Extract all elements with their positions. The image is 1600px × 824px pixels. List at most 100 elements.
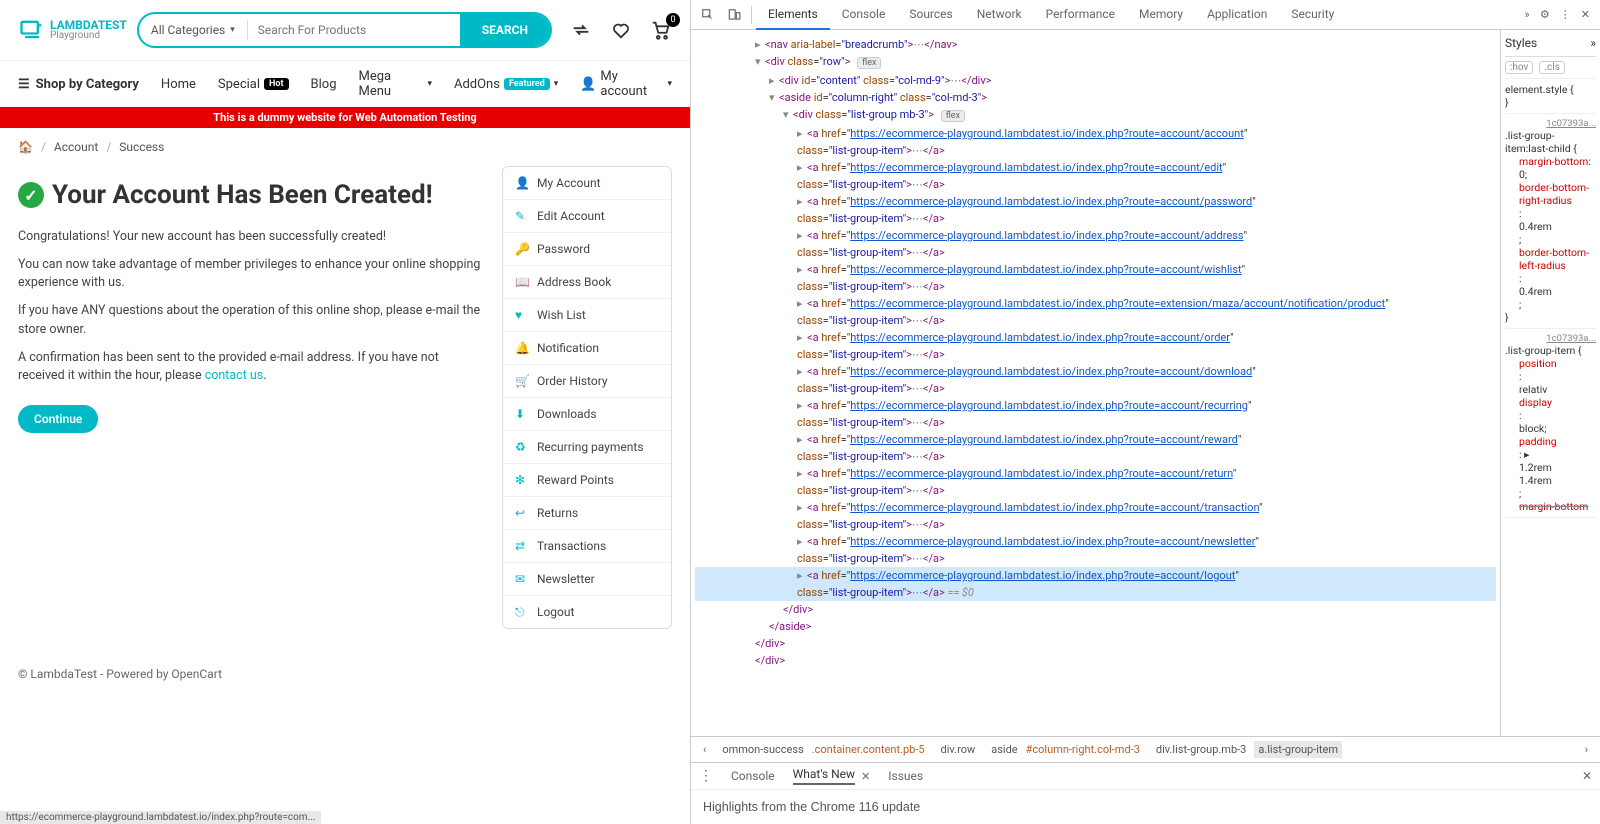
check-icon: ✓ bbox=[18, 182, 44, 208]
contact-link[interactable]: contact us bbox=[205, 368, 264, 383]
devtools-tabs: ElementsConsoleSourcesNetworkPerformance… bbox=[756, 0, 1514, 30]
sidebar-column: 👤My Account✎Edit Account🔑Password📖Addres… bbox=[502, 166, 672, 629]
kebab-icon[interactable]: ⋮ bbox=[1560, 8, 1571, 21]
key-icon: 🔑 bbox=[515, 242, 529, 256]
cart-badge: 0 bbox=[666, 13, 680, 27]
devtools-tab[interactable]: Elements bbox=[756, 0, 830, 30]
notice-bar: This is a dummy website for Web Automati… bbox=[0, 107, 690, 128]
devtools-tab[interactable]: Security bbox=[1279, 0, 1346, 30]
rule-selector: element.style { bbox=[1505, 83, 1596, 96]
more-styles-icon[interactable]: » bbox=[1590, 36, 1596, 50]
sidebar-item[interactable]: ⇄Transactions bbox=[503, 530, 671, 563]
search-input[interactable] bbox=[247, 20, 460, 40]
topbar: LAMBDATESTPlayground All Categories▾ SEA… bbox=[0, 0, 690, 60]
devtools-tab[interactable]: Sources bbox=[897, 0, 964, 30]
main-column: ✓Your Account Has Been Created! Congratu… bbox=[18, 166, 482, 629]
logo[interactable]: LAMBDATESTPlayground bbox=[18, 16, 127, 44]
mail-icon: ✉ bbox=[515, 572, 529, 586]
crumb-success: Success bbox=[119, 140, 164, 154]
page-content: ✓Your Account Has Been Created! Congratu… bbox=[0, 166, 690, 649]
footer: © LambdaTest - Powered by OpenCart bbox=[0, 649, 690, 699]
devtools-drawer: ⋮ Console What's New ✕ Issues ✕ Highligh… bbox=[691, 762, 1600, 824]
nav-item[interactable]: Home bbox=[161, 69, 196, 99]
close-drawer-icon[interactable]: ✕ bbox=[1582, 769, 1592, 783]
download-icon: ⬇ bbox=[515, 407, 529, 421]
crumb-nav-left-icon[interactable]: ‹ bbox=[699, 741, 710, 758]
devtools-toolbar: ElementsConsoleSourcesNetworkPerformance… bbox=[691, 0, 1600, 30]
shop-by-category[interactable]: ☰ Shop by Category bbox=[18, 77, 139, 92]
device-icon[interactable] bbox=[721, 2, 747, 28]
cls-toggle[interactable]: .cls bbox=[1539, 61, 1564, 74]
elements-breadcrumb[interactable]: ‹ ommon-success.container.content.pb-5 d… bbox=[691, 736, 1600, 762]
main-nav: ☰ Shop by Category Home SpecialHot Blog Meg… bbox=[0, 60, 690, 107]
browser-status-bar: https://ecommerce-playground.lambdatest.… bbox=[0, 811, 321, 824]
refresh-icon: ♻ bbox=[515, 440, 529, 454]
search-bar: All Categories▾ SEARCH bbox=[137, 12, 552, 48]
para: A confirmation has been sent to the prov… bbox=[18, 349, 482, 385]
cart-icon[interactable]: 0 bbox=[650, 19, 672, 41]
elements-tree[interactable]: ▸<nav aria-label="breadcrumb">⋯</nav>▾<d… bbox=[691, 30, 1500, 736]
category-dropdown[interactable]: All Categories▾ bbox=[139, 23, 247, 37]
bell-icon: 🔔 bbox=[515, 341, 529, 355]
devtools-tab[interactable]: Console bbox=[830, 0, 898, 30]
home-icon[interactable]: 🏠 bbox=[18, 140, 33, 154]
breadcrumb: 🏠 /Account /Success bbox=[0, 128, 690, 166]
para: If you have ANY questions about the oper… bbox=[18, 302, 482, 338]
header-icons: 0 bbox=[570, 19, 672, 41]
sidebar-item[interactable]: 👤My Account bbox=[503, 167, 671, 200]
wishlist-icon[interactable] bbox=[610, 19, 632, 41]
sidebar-item[interactable]: 🔑Password bbox=[503, 233, 671, 266]
hov-toggle[interactable]: :hov bbox=[1505, 61, 1533, 74]
sidebar-item[interactable]: ♻Recurring payments bbox=[503, 431, 671, 464]
inspect-icon[interactable] bbox=[695, 2, 721, 28]
website-panel: LAMBDATESTPlayground All Categories▾ SEA… bbox=[0, 0, 690, 824]
drawer-menu-icon[interactable]: ⋮ bbox=[699, 768, 713, 784]
book-icon: 📖 bbox=[515, 275, 529, 289]
cart-icon: 🛒 bbox=[515, 374, 529, 388]
nav-item[interactable]: Mega Menu▾ bbox=[359, 69, 432, 99]
para: Congratulations! Your new account has be… bbox=[18, 228, 482, 246]
close-devtools-icon[interactable]: ✕ bbox=[1581, 8, 1590, 21]
compare-icon[interactable] bbox=[570, 19, 592, 41]
sidebar-item[interactable]: 🔔Notification bbox=[503, 332, 671, 365]
account-list-group: 👤My Account✎Edit Account🔑Password📖Addres… bbox=[502, 166, 672, 629]
transaction-icon: ⇄ bbox=[515, 539, 529, 553]
page-title: ✓Your Account Has Been Created! bbox=[18, 180, 482, 210]
devtools-tab[interactable]: Network bbox=[965, 0, 1034, 30]
crumb-nav-right-icon[interactable]: › bbox=[1581, 741, 1592, 758]
sidebar-item[interactable]: ⬇Downloads bbox=[503, 398, 671, 431]
devtools-tab[interactable]: Performance bbox=[1034, 0, 1127, 30]
nav-item[interactable]: AddOnsFeatured▾ bbox=[454, 69, 558, 99]
gift-icon: ✻ bbox=[515, 473, 529, 487]
settings-icon[interactable]: ⚙ bbox=[1540, 8, 1550, 21]
edit-icon: ✎ bbox=[515, 209, 529, 223]
sidebar-item[interactable]: ✉Newsletter bbox=[503, 563, 671, 596]
sidebar-item[interactable]: ✻Reward Points bbox=[503, 464, 671, 497]
crumb-account[interactable]: Account bbox=[54, 140, 98, 154]
drawer-content: Highlights from the Chrome 116 update bbox=[691, 790, 1600, 824]
user-icon: 👤 bbox=[515, 176, 529, 190]
drawer-tab-issues[interactable]: Issues bbox=[888, 769, 923, 783]
sidebar-item[interactable]: 📖Address Book bbox=[503, 266, 671, 299]
drawer-tab-console[interactable]: Console bbox=[731, 769, 775, 783]
para: You can now take advantage of member pri… bbox=[18, 256, 482, 292]
sidebar-item[interactable]: ♥Wish List bbox=[503, 299, 671, 332]
search-button[interactable]: SEARCH bbox=[460, 14, 550, 46]
nav-item[interactable]: SpecialHot bbox=[218, 69, 289, 99]
nav-item[interactable]: Blog bbox=[311, 69, 337, 99]
styles-pane[interactable]: Styles» :hov.cls element.style { } 1c073… bbox=[1500, 30, 1600, 736]
devtools-tab[interactable]: Memory bbox=[1127, 0, 1195, 30]
more-tabs-icon[interactable]: » bbox=[1514, 2, 1540, 28]
continue-button[interactable]: Continue bbox=[18, 405, 98, 433]
close-tab-icon[interactable]: ✕ bbox=[861, 770, 870, 783]
nav-item[interactable]: 👤My account▾ bbox=[580, 69, 672, 99]
sidebar-item[interactable]: ✎Edit Account bbox=[503, 200, 671, 233]
sidebar-item[interactable]: 🛒Order History bbox=[503, 365, 671, 398]
devtools-panel: ElementsConsoleSourcesNetworkPerformance… bbox=[690, 0, 1600, 824]
return-icon: ↩ bbox=[515, 506, 529, 520]
sidebar-item[interactable]: ⎋Logout bbox=[503, 596, 671, 628]
devtools-tab[interactable]: Application bbox=[1195, 0, 1279, 30]
sidebar-item[interactable]: ↩Returns bbox=[503, 497, 671, 530]
drawer-tab-whatsnew[interactable]: What's New bbox=[793, 767, 855, 785]
heart-icon: ♥ bbox=[515, 308, 529, 322]
